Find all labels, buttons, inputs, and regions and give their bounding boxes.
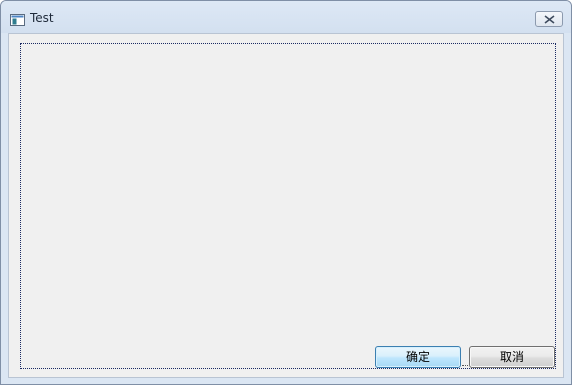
focus-frame bbox=[20, 43, 556, 369]
cancel-button[interactable]: 取消 bbox=[469, 346, 555, 368]
ok-button[interactable]: 确定 bbox=[375, 346, 461, 368]
resize-grip[interactable] bbox=[462, 365, 468, 368]
window-app-icon bbox=[10, 11, 25, 26]
dialog-window: Test 确定 取消 bbox=[0, 0, 572, 385]
title-bar[interactable]: Test bbox=[1, 1, 571, 33]
close-button[interactable] bbox=[535, 11, 563, 27]
dialog-client-area: 确定 取消 bbox=[8, 33, 564, 378]
window-title: Test bbox=[30, 11, 54, 25]
